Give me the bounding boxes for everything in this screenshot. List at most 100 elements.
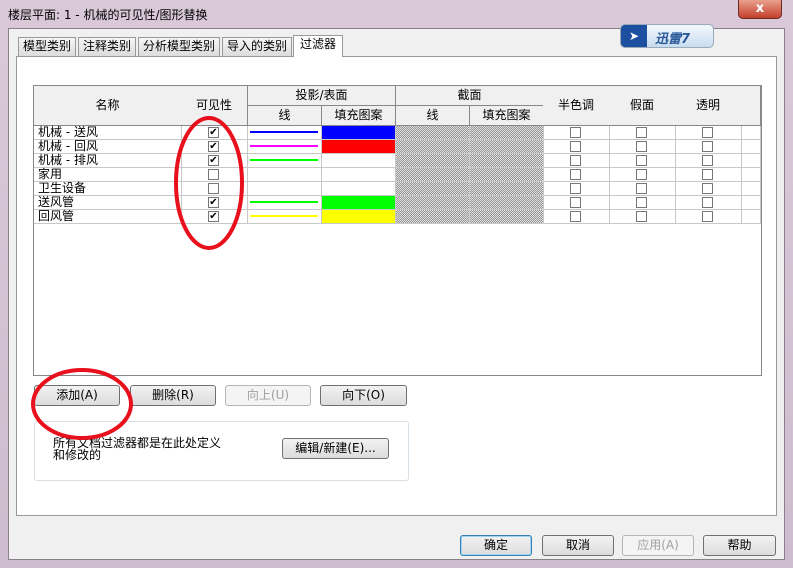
edit-new-button[interactable]: 编辑/新建(E)...: [282, 438, 389, 459]
cut-line-cell[interactable]: [396, 210, 470, 224]
ghost-checkbox[interactable]: [636, 211, 647, 222]
ghost-cell[interactable]: [609, 140, 676, 154]
cut-line-cell[interactable]: [396, 154, 470, 168]
projection-fill-cell[interactable]: [322, 154, 396, 168]
ok-button[interactable]: 确定: [460, 535, 532, 556]
projection-fill-cell[interactable]: [322, 168, 396, 182]
ghost-checkbox[interactable]: [636, 183, 647, 194]
filter-name-cell[interactable]: 送风管: [34, 196, 182, 210]
tab-analytical-categories[interactable]: 分析模型类别: [138, 37, 220, 56]
projection-fill-cell[interactable]: [322, 196, 396, 210]
visibility-checkbox[interactable]: ✔: [208, 211, 219, 222]
transparent-checkbox[interactable]: [702, 127, 713, 138]
cut-line-cell[interactable]: [396, 168, 470, 182]
cut-fill-cell[interactable]: [470, 126, 544, 140]
visibility-checkbox[interactable]: ✔: [208, 141, 219, 152]
help-button[interactable]: 帮助: [703, 535, 776, 556]
cut-line-cell[interactable]: [396, 126, 470, 140]
apply-button[interactable]: 应用(A): [622, 535, 694, 556]
cut-fill-cell[interactable]: [470, 140, 544, 154]
ghost-cell[interactable]: [609, 210, 676, 224]
halftone-checkbox[interactable]: [570, 169, 581, 180]
halftone-cell[interactable]: [543, 140, 610, 154]
projection-line-cell[interactable]: [248, 196, 322, 210]
projection-line-cell[interactable]: [248, 210, 322, 224]
visibility-cell[interactable]: [181, 168, 248, 182]
projection-line-cell[interactable]: [248, 168, 322, 182]
halftone-checkbox[interactable]: [570, 197, 581, 208]
transparent-cell[interactable]: [675, 126, 742, 140]
halftone-checkbox[interactable]: [570, 127, 581, 138]
xunlei-logo[interactable]: ➤ 迅雷7: [620, 24, 714, 48]
transparent-cell[interactable]: [675, 210, 742, 224]
visibility-cell[interactable]: ✔: [181, 140, 248, 154]
visibility-cell[interactable]: ✔: [181, 126, 248, 140]
tab-model-categories[interactable]: 模型类别: [18, 37, 76, 56]
close-button[interactable]: x: [738, 0, 782, 19]
ghost-cell[interactable]: [609, 154, 676, 168]
transparent-checkbox[interactable]: [702, 211, 713, 222]
filter-name-cell[interactable]: 机械 - 送风: [34, 126, 182, 140]
filter-name-cell[interactable]: 回风管: [34, 210, 182, 224]
filter-name-cell[interactable]: 机械 - 回风: [34, 140, 182, 154]
transparent-cell[interactable]: [675, 168, 742, 182]
halftone-checkbox[interactable]: [570, 155, 581, 166]
transparent-cell[interactable]: [675, 196, 742, 210]
ghost-cell[interactable]: [609, 168, 676, 182]
transparent-checkbox[interactable]: [702, 183, 713, 194]
ghost-checkbox[interactable]: [636, 141, 647, 152]
cut-fill-cell[interactable]: [470, 210, 544, 224]
halftone-checkbox[interactable]: [570, 183, 581, 194]
tab-filters[interactable]: 过滤器: [293, 35, 343, 57]
projection-line-cell[interactable]: [248, 182, 322, 196]
halftone-cell[interactable]: [543, 210, 610, 224]
projection-fill-cell[interactable]: [322, 182, 396, 196]
halftone-cell[interactable]: [543, 196, 610, 210]
visibility-checkbox[interactable]: ✔: [208, 197, 219, 208]
halftone-cell[interactable]: [543, 126, 610, 140]
halftone-cell[interactable]: [543, 168, 610, 182]
ghost-checkbox[interactable]: [636, 169, 647, 180]
transparent-cell[interactable]: [675, 154, 742, 168]
add-button[interactable]: 添加(A): [34, 385, 120, 406]
filter-name-cell[interactable]: 机械 - 排风: [34, 154, 182, 168]
transparent-checkbox[interactable]: [702, 197, 713, 208]
filter-name-cell[interactable]: 卫生设备: [34, 182, 182, 196]
cancel-button[interactable]: 取消: [542, 535, 614, 556]
projection-line-cell[interactable]: [248, 140, 322, 154]
visibility-checkbox[interactable]: ✔: [208, 127, 219, 138]
projection-line-cell[interactable]: [248, 126, 322, 140]
ghost-checkbox[interactable]: [636, 127, 647, 138]
visibility-checkbox[interactable]: ✔: [208, 155, 219, 166]
cut-fill-cell[interactable]: [470, 182, 544, 196]
transparent-cell[interactable]: [675, 182, 742, 196]
projection-fill-cell[interactable]: [322, 140, 396, 154]
cut-line-cell[interactable]: [396, 140, 470, 154]
projection-line-cell[interactable]: [248, 154, 322, 168]
ghost-checkbox[interactable]: [636, 197, 647, 208]
visibility-checkbox[interactable]: [208, 183, 219, 194]
visibility-checkbox[interactable]: [208, 169, 219, 180]
visibility-cell[interactable]: [181, 182, 248, 196]
visibility-cell[interactable]: ✔: [181, 196, 248, 210]
filter-name-cell[interactable]: 家用: [34, 168, 182, 182]
visibility-cell[interactable]: ✔: [181, 154, 248, 168]
halftone-cell[interactable]: [543, 154, 610, 168]
halftone-checkbox[interactable]: [570, 141, 581, 152]
move-up-button[interactable]: 向上(U): [225, 385, 311, 406]
transparent-checkbox[interactable]: [702, 169, 713, 180]
transparent-checkbox[interactable]: [702, 141, 713, 152]
projection-fill-cell[interactable]: [322, 126, 396, 140]
transparent-cell[interactable]: [675, 140, 742, 154]
tab-annotation-categories[interactable]: 注释类别: [78, 37, 136, 56]
halftone-cell[interactable]: [543, 182, 610, 196]
cut-line-cell[interactable]: [396, 182, 470, 196]
ghost-checkbox[interactable]: [636, 155, 647, 166]
ghost-cell[interactable]: [609, 196, 676, 210]
halftone-checkbox[interactable]: [570, 211, 581, 222]
cut-fill-cell[interactable]: [470, 168, 544, 182]
cut-fill-cell[interactable]: [470, 154, 544, 168]
ghost-cell[interactable]: [609, 182, 676, 196]
ghost-cell[interactable]: [609, 126, 676, 140]
transparent-checkbox[interactable]: [702, 155, 713, 166]
